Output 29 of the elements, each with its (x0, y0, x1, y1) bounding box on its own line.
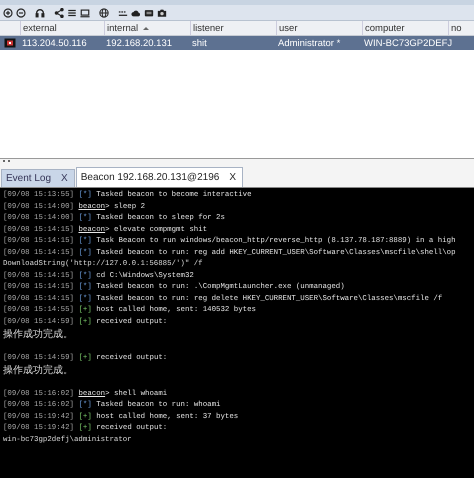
camera-icon[interactable] (157, 8, 167, 18)
globe-icon[interactable] (99, 8, 109, 18)
tab[interactable]: Event Log X (1, 169, 75, 187)
session-row[interactable]: 113.204.50.116 192.168.20.131 shit Administrator * WIN-BC73GP2DEFJ (0, 36, 474, 50)
column-header[interactable]: no (448, 21, 468, 35)
headphones-icon[interactable] (35, 8, 45, 18)
table-cell-text: Administrator * (277, 38, 342, 48)
close-tab-button[interactable]: X (229, 172, 236, 183)
zoom-out-icon[interactable] (16, 8, 26, 18)
card-icon[interactable] (144, 8, 154, 18)
column-header[interactable]: external (20, 21, 104, 35)
table-cell-text: 113.204.50.116 (21, 38, 88, 48)
tab[interactable]: Beacon 192.168.20.131@2196 X (76, 167, 243, 187)
column-header[interactable]: computer (362, 21, 448, 35)
zoom-in-icon[interactable] (3, 8, 13, 18)
close-tab-button[interactable]: X (61, 173, 68, 184)
table-cell-text: 192.168.20.131 (105, 38, 174, 48)
output-line: 操作成功完成。 (3, 364, 73, 377)
monitor-icon[interactable] (80, 8, 90, 18)
share-icon[interactable] (54, 8, 64, 18)
sort-arrow-icon (143, 26, 150, 30)
column-header[interactable]: listener (190, 21, 276, 35)
output-line: 操作成功完成。 (3, 328, 73, 341)
session-icon (4, 38, 16, 48)
cloud-icon[interactable] (131, 8, 141, 18)
list-icon[interactable] (67, 8, 77, 18)
column-header[interactable]: internal (104, 21, 190, 35)
table-cell-text: shit (191, 38, 208, 48)
column-header[interactable]: user (276, 21, 362, 35)
